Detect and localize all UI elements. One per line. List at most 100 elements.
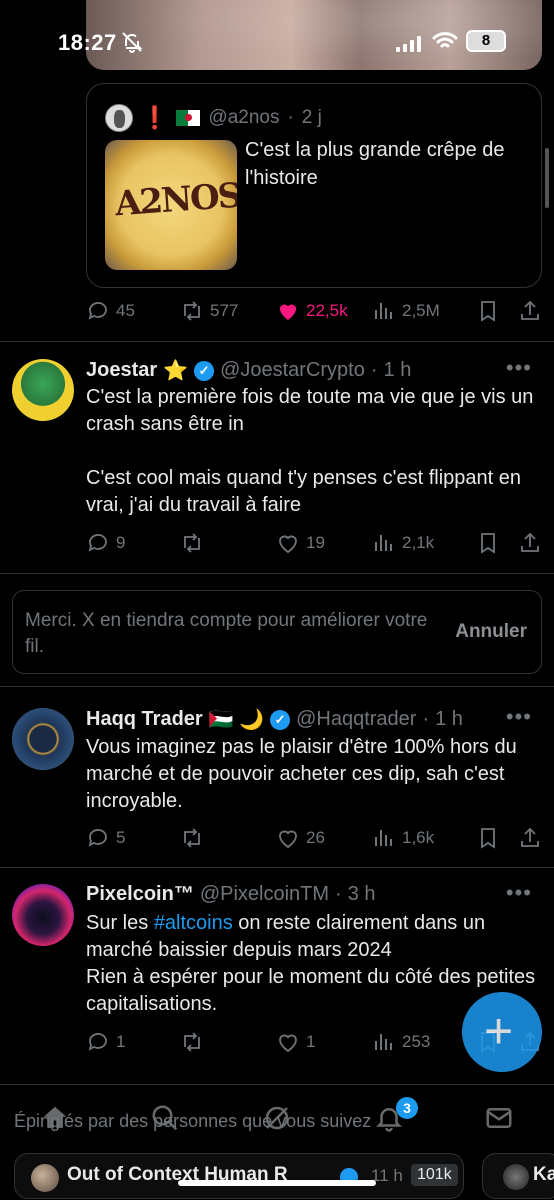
author-name[interactable]: Pixelcoin™ [86,883,194,906]
verified-icon: ✓ [194,360,215,381]
notification-badge: 3 [396,1097,418,1119]
separator-dot: · [370,359,378,381]
like-count: 22,5k [306,301,348,320]
heart-icon [279,830,297,849]
hashtag-link[interactable]: #altcoins [154,912,233,934]
separator-dot: · [422,708,430,730]
views-button[interactable]: 2,5M [372,299,476,323]
views-count: 1,6k [402,828,435,847]
bookmark-button[interactable] [476,299,518,323]
star-emoji: ⭐ [163,360,189,382]
repost-button[interactable] [180,826,276,850]
repost-count: 577 [210,301,239,320]
bookmark-icon [481,533,495,554]
quote-time: 2 j [301,107,322,128]
avatar [503,1164,529,1190]
tweet-header: Joestar ⭐ ✓ @JoestarCrypto · 1 h [86,358,411,383]
home-indicator[interactable] [178,1180,376,1186]
signal-icon [396,36,421,52]
quote-text: C'est la plus grande crêpe de l'histoire [245,139,505,189]
avatar[interactable] [12,708,74,770]
share-icon [521,300,539,320]
share-button[interactable] [518,299,542,323]
quote-image-crepe[interactable]: A2NOS [105,140,237,270]
algeria-flag-icon [176,110,201,126]
verified-icon: ✓ [270,709,291,730]
repost-icon [184,1032,200,1052]
tweet-text-part: Sur les [86,912,154,934]
like-button[interactable]: 22,5k [276,299,372,323]
pinned-card[interactable]: Ka [482,1153,554,1199]
avatar[interactable] [12,359,74,421]
reply-count: 5 [116,828,126,847]
status-bar: 18:27 8 [0,0,554,80]
battery-indicator: 8 [466,30,506,52]
reply-button[interactable]: 45 [86,299,180,323]
like-button[interactable]: 26 [276,826,372,850]
reply-count: 1 [116,1032,126,1051]
compose-icon: + [484,1003,514,1059]
like-count: 26 [306,828,325,847]
author-name[interactable]: Haqq Trader [86,708,203,731]
pinned-title: Ka [533,1164,554,1185]
more-icon[interactable]: ••• [506,880,532,906]
pinned-section-label: Épinglés par des personnes que vous suiv… [14,1111,372,1131]
reply-icon [88,1033,107,1051]
mail-icon[interactable] [484,1103,514,1133]
reply-count: 9 [116,533,126,552]
repost-icon [184,301,200,321]
like-button[interactable]: 1 [276,1030,372,1054]
views-count: 2,1k [402,533,435,552]
reply-button[interactable]: 5 [86,826,180,850]
views-button[interactable]: 2,1k [372,531,476,555]
views-icon [375,1034,392,1050]
avatar[interactable] [105,104,133,132]
flag-moon-emoji: 🇵🇸 🌙 [208,709,265,731]
like-button[interactable]: 19 [276,531,372,555]
like-count: 1 [306,1032,316,1051]
repost-button[interactable]: 577 [180,299,276,323]
reply-button[interactable]: 9 [86,531,180,555]
separator-dot: · [335,883,342,905]
views-button[interactable]: 1,6k [372,826,476,850]
feedback-notice: Merci. X en tiendra compte pour améliore… [12,590,542,674]
repost-button[interactable] [180,1030,276,1054]
author-handle[interactable]: @PixelcoinTM [200,883,329,906]
compose-button[interactable]: + [462,992,542,1072]
heart-icon [279,535,297,554]
quote-handle: @a2nos [208,107,280,128]
cancel-button[interactable]: Annuler [455,621,527,643]
views-count: 253 [402,1032,431,1051]
author-handle[interactable]: @Haqqtrader [296,708,416,731]
quoted-tweet-card[interactable]: ❗ @a2nos · 2 j A2NOS C'est la plus grand… [86,83,542,288]
share-button[interactable] [518,826,542,850]
bookmark-button[interactable] [476,531,518,555]
author-name[interactable]: Joestar [86,359,157,382]
scrollbar[interactable] [545,148,549,208]
views-icon [375,830,392,846]
reply-button[interactable]: 1 [86,1030,180,1054]
avatar [31,1164,59,1192]
pinned-card[interactable]: Out of Context Human R 11 h 101k [14,1153,464,1199]
tweet-header: Pixelcoin™ @PixelcoinTM · 3 h [86,883,376,906]
bookmark-button[interactable] [476,826,518,850]
reply-icon [88,534,107,552]
more-icon[interactable]: ••• [506,704,532,730]
repost-icon [184,828,200,848]
tweet-text: Vous imaginez pas le plaisir d'être 100%… [86,736,517,812]
tweet-actions: 9 19 2,1k [86,528,542,558]
reply-icon [88,302,107,320]
share-icon [521,827,539,847]
views-icon [375,303,392,319]
bell-off-icon [122,32,143,53]
views-count: 2,5M [402,301,440,320]
avatar[interactable] [12,884,74,946]
repost-button[interactable] [180,531,276,555]
author-handle[interactable]: @JoestarCrypto [220,359,365,382]
more-icon[interactable]: ••• [506,355,532,381]
status-time: 18:27 [58,30,117,55]
tweet-text: Sur les #altcoins on reste clairement da… [86,910,542,1018]
views-button[interactable]: 253 [372,1030,476,1054]
share-button[interactable] [518,531,542,555]
heart-icon [280,304,296,320]
